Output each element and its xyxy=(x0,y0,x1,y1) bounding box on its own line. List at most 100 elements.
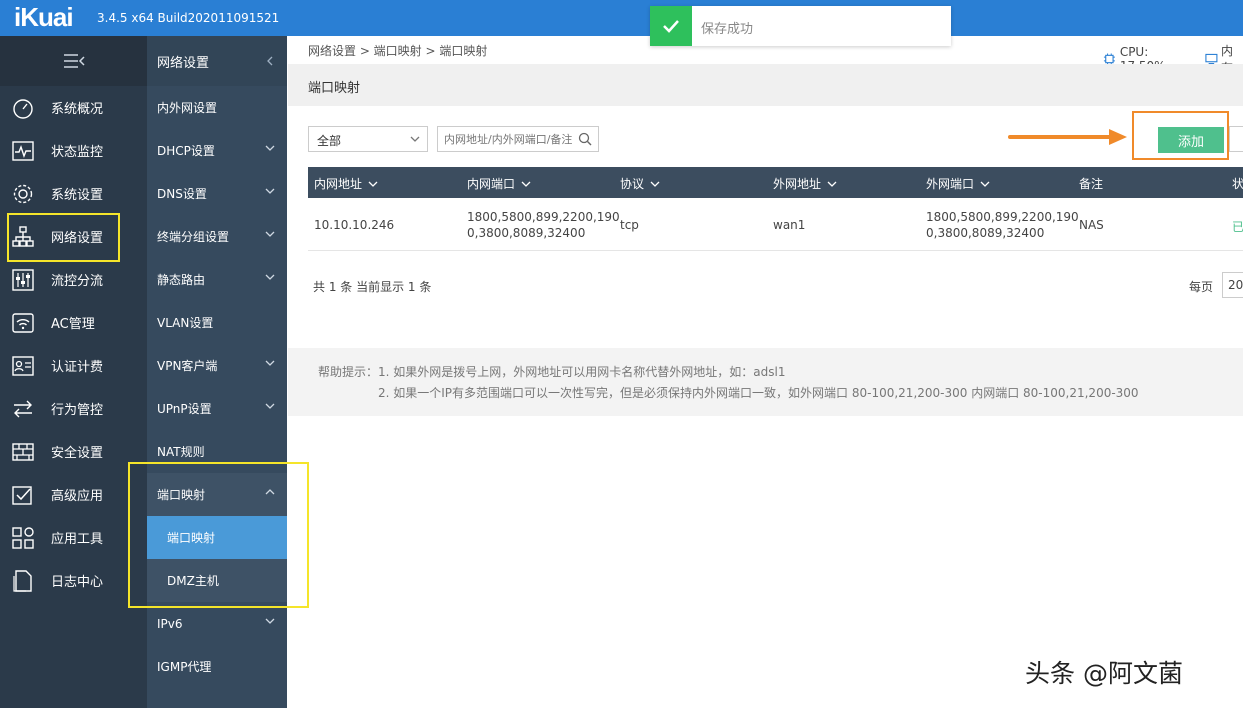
highlight-network-settings xyxy=(7,213,120,262)
chevron-down-icon xyxy=(980,181,990,187)
sidebar-item-label: AC管理 xyxy=(51,317,95,332)
sidebar-item-behavior[interactable]: 行为管控 xyxy=(0,387,147,430)
sidebar-item-ac[interactable]: AC管理 xyxy=(0,301,147,344)
sidebar-item-tools[interactable]: 应用工具 xyxy=(0,516,147,559)
toolbar-edge-button[interactable] xyxy=(1229,126,1243,152)
sidebar-item-label: 高级应用 xyxy=(51,489,104,504)
document-icon xyxy=(12,569,34,592)
cell-lan-address: 10.10.10.246 xyxy=(314,218,395,232)
cell-lan-port: 1800,5800,899,2200,190 0,3800,8089,32400 xyxy=(467,209,620,241)
breadcrumb: 网络设置 > 端口映射 > 端口映射 xyxy=(308,44,488,58)
sidebar-item-label: 安全设置 xyxy=(51,446,104,461)
firewall-icon xyxy=(12,441,34,463)
menu-collapse-icon[interactable] xyxy=(0,36,147,86)
sidebar-item-label: 认证计费 xyxy=(51,360,104,375)
sidebar-item-label: 系统设置 xyxy=(51,188,104,203)
subnav-item-upnp[interactable]: UPnP设置 xyxy=(147,387,287,430)
column-header-status: 状 xyxy=(1232,175,1243,192)
sidebar-item-logs[interactable]: 日志中心 xyxy=(0,559,147,602)
subnav-item-dns[interactable]: DNS设置 xyxy=(147,172,287,215)
gear-icon xyxy=(12,183,34,205)
search-input[interactable] xyxy=(438,127,572,151)
sidebar-item-label: 状态监控 xyxy=(51,145,104,160)
subnav-item-vpn-client[interactable]: VPN客户端 xyxy=(147,344,287,387)
chevron-down-icon xyxy=(265,618,275,624)
toast-message: 保存成功 xyxy=(701,22,754,37)
subnav-item-terminal-group[interactable]: 终端分组设置 xyxy=(147,215,287,258)
sidebar-item-advanced[interactable]: 高级应用 xyxy=(0,473,147,516)
column-header-label: 内网端口 xyxy=(467,177,516,191)
sliders-icon xyxy=(12,268,34,291)
filter-selected-value: 全部 xyxy=(317,134,342,148)
cell-remark: NAS xyxy=(1079,218,1104,232)
chevron-down-icon xyxy=(265,188,275,194)
help-line-1: 帮助提示：1. 如果外网是拨号上网，外网地址可以用网卡名称代替外网地址，如：ad… xyxy=(318,365,786,379)
ikuai-logo: iKuai xyxy=(14,2,74,32)
sidebar-item-label: 系统概况 xyxy=(51,102,104,117)
page-title: 端口映射 xyxy=(308,81,361,96)
subnav-item-static-route[interactable]: 静态路由 xyxy=(147,258,287,301)
cell-lan-port-line2: 0,3800,8089,32400 xyxy=(467,226,586,240)
version-text: 3.4.5 x64 Build202011091521 xyxy=(97,11,280,25)
subnav-item-lan-wan[interactable]: 内外网设置 xyxy=(147,86,287,129)
subnav-item-igmp[interactable]: IGMP代理 xyxy=(147,645,287,688)
arrows-icon xyxy=(12,398,34,420)
cell-protocol: tcp xyxy=(620,218,639,232)
table-header: 内网地址 内网端口 协议 外网地址 外网端口 备注 状 xyxy=(308,167,1243,198)
sidebar-item-label: 日志中心 xyxy=(51,575,104,590)
column-header-label: 备注 xyxy=(1079,177,1104,191)
chevron-left-icon[interactable] xyxy=(265,56,275,66)
search-box xyxy=(437,126,599,152)
filter-select[interactable]: 全部 xyxy=(308,126,428,152)
subnav-header[interactable]: 网络设置 xyxy=(147,36,287,86)
subnav-label: 内外网设置 xyxy=(157,101,218,115)
cell-status: 已 xyxy=(1232,220,1243,234)
subnav-title: 网络设置 xyxy=(157,55,210,71)
gauge-icon xyxy=(12,97,34,119)
subnav-item-ipv6[interactable]: IPv6 xyxy=(147,602,287,645)
column-header-wan-port[interactable]: 外网端口 xyxy=(926,175,990,192)
column-header-label: 协议 xyxy=(620,177,645,191)
column-header-lan-port[interactable]: 内网端口 xyxy=(467,175,531,192)
sidebar-item-auth[interactable]: 认证计费 xyxy=(0,344,147,387)
pagination-summary: 共 1 条 当前显示 1 条 xyxy=(313,280,432,294)
column-header-lan-address[interactable]: 内网地址 xyxy=(314,175,378,192)
subnav-item-dhcp[interactable]: DHCP设置 xyxy=(147,129,287,172)
column-header-label: 外网端口 xyxy=(926,177,975,191)
subnav-label: 终端分组设置 xyxy=(157,230,230,244)
search-icon[interactable] xyxy=(578,132,592,146)
chevron-down-icon xyxy=(265,403,275,409)
sidebar-item-system[interactable]: 系统设置 xyxy=(0,172,147,215)
wifi-icon xyxy=(12,312,34,334)
sidebar-item-security[interactable]: 安全设置 xyxy=(0,430,147,473)
sidebar-item-label: 应用工具 xyxy=(51,532,104,547)
sidebar-item-flow[interactable]: 流控分流 xyxy=(0,258,147,301)
table-row[interactable]: 10.10.10.246 1800,5800,899,2200,190 0,38… xyxy=(308,198,1243,251)
per-page-select[interactable]: 20 xyxy=(1222,272,1243,298)
column-header-remark: 备注 xyxy=(1079,175,1103,192)
sidebar-item-overview[interactable]: 系统概况 xyxy=(0,86,147,129)
per-page-value: 20 xyxy=(1228,278,1243,292)
cell-wan-port: 1800,5800,899,2200,190 0,3800,8089,32400 xyxy=(926,209,1079,241)
column-header-protocol[interactable]: 协议 xyxy=(620,175,660,192)
cell-wan-port-line2: 0,3800,8089,32400 xyxy=(926,226,1045,240)
column-header-label: 内网地址 xyxy=(314,177,363,191)
chevron-down-icon xyxy=(265,274,275,280)
sidebar-item-monitor[interactable]: 状态监控 xyxy=(0,129,147,172)
subnav-label: 静态路由 xyxy=(157,273,206,287)
add-button[interactable]: 添加 xyxy=(1158,127,1224,153)
subnav-label: DHCP设置 xyxy=(157,144,215,158)
chevron-down-icon xyxy=(410,136,420,142)
subnav-label: UPnP设置 xyxy=(157,402,212,416)
subnav-label: NAT规则 xyxy=(157,445,205,459)
per-page-label: 每页 xyxy=(1189,280,1214,294)
subnav-item-vlan[interactable]: VLAN设置 xyxy=(147,301,287,344)
subnav-label: DNS设置 xyxy=(157,187,207,201)
help-line-2: 2. 如果一个IP有多范围端口可以一次性写完，但是必须保持内外网端口一致，如外网… xyxy=(378,386,1139,400)
watermark: 头条 @阿文菌 xyxy=(1025,659,1183,688)
pulse-icon xyxy=(12,140,34,162)
subnav-label: VLAN设置 xyxy=(157,316,214,330)
column-header-wan-address[interactable]: 外网地址 xyxy=(773,175,837,192)
column-header-label: 外网地址 xyxy=(773,177,822,191)
subnav-label: IPv6 xyxy=(157,616,183,631)
